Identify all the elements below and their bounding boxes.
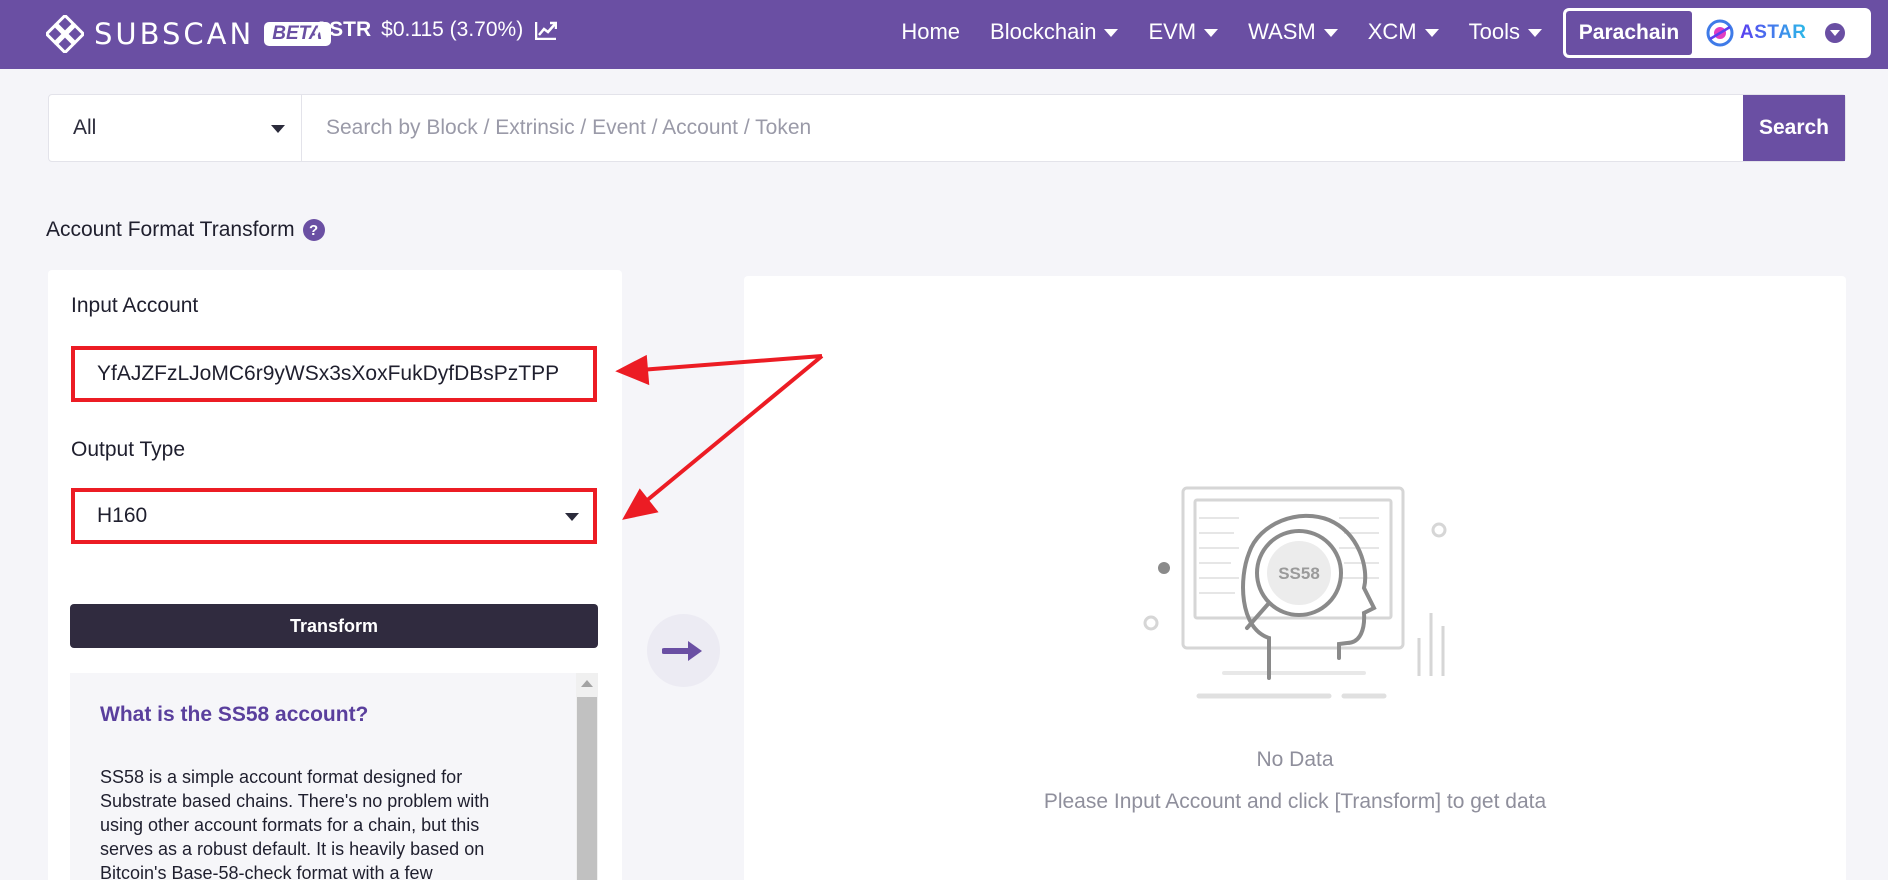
- parachain-button[interactable]: Parachain: [1566, 11, 1692, 55]
- transform-arrow: [647, 614, 720, 687]
- nav-home[interactable]: Home: [901, 19, 960, 45]
- output-type-select[interactable]: H160: [71, 488, 597, 544]
- output-type-value: H160: [97, 504, 148, 527]
- search-input[interactable]: [302, 95, 1743, 161]
- transform-button[interactable]: Transform: [70, 604, 598, 648]
- chevron-down-icon: [1323, 29, 1338, 37]
- chevron-down-icon: [271, 125, 285, 133]
- nav-xcm[interactable]: XCM: [1368, 19, 1439, 45]
- nav-xcm-label: XCM: [1367, 19, 1417, 44]
- search-bar: All Search: [48, 94, 1846, 162]
- arrow-right-icon: [661, 640, 702, 661]
- astar-logo-icon: [1706, 19, 1734, 47]
- logo-icon: [46, 15, 84, 53]
- ss58-info-panel: What is the SS58 account? SS58 is a simp…: [70, 673, 598, 880]
- chevron-down-icon: [565, 513, 579, 521]
- result-panel: SS58 No Data Please Input Account and cl…: [744, 276, 1846, 880]
- nav-wasm-label: WASM: [1248, 19, 1316, 44]
- no-data-title: No Data: [1256, 748, 1334, 771]
- nav-tools-label: Tools: [1468, 19, 1520, 44]
- page-title: Account Format Transform ?: [46, 218, 325, 242]
- info-scrollbar[interactable]: [576, 673, 598, 880]
- info-title: What is the SS58 account?: [100, 703, 369, 726]
- nav-wasm[interactable]: WASM: [1248, 19, 1338, 45]
- chevron-down-icon: [1528, 29, 1542, 37]
- network-selector[interactable]: ASTAR: [1692, 11, 1868, 55]
- chevron-down-icon: [1204, 29, 1219, 37]
- illustration-label: SS58: [1278, 564, 1320, 583]
- logo-text: SUBSCAN: [94, 17, 255, 51]
- chevron-down-icon: [1104, 29, 1119, 37]
- subscan-logo[interactable]: SUBSCAN BETA: [46, 14, 331, 54]
- page-title-text: Account Format Transform: [46, 218, 295, 241]
- search-filter-value: All: [73, 116, 97, 139]
- trend-chart-icon[interactable]: [535, 20, 558, 40]
- main-nav: Home Blockchain EVM WASM XCM Tools: [871, 19, 1542, 45]
- chevron-down-icon: [1824, 23, 1845, 43]
- transform-form-card: Input Account YfAJZFzLJoMC6r9yWSx3sXoxFu…: [48, 270, 622, 880]
- nav-blockchain-label: Blockchain: [990, 19, 1097, 44]
- nav-home-label: Home: [901, 19, 961, 44]
- search-button[interactable]: Search: [1743, 95, 1845, 161]
- nav-evm[interactable]: EVM: [1148, 19, 1219, 45]
- network-name: ASTAR: [1740, 22, 1807, 43]
- output-type-label: Output Type: [71, 438, 186, 461]
- scroll-up-icon[interactable]: [581, 680, 593, 687]
- network-switcher: Parachain ASTAR: [1563, 8, 1871, 58]
- token-price: ASTR $0.115 (3.70%): [314, 18, 558, 42]
- nav-blockchain[interactable]: Blockchain: [990, 19, 1119, 45]
- token-price-value: $0.115 (3.70%): [381, 18, 524, 41]
- input-account-label: Input Account: [71, 294, 199, 317]
- help-icon[interactable]: ?: [302, 219, 325, 241]
- no-data-hint: Please Input Account and click [Transfor…: [1043, 790, 1547, 813]
- search-filter-select[interactable]: All: [49, 95, 302, 161]
- nav-tools[interactable]: Tools: [1469, 19, 1542, 45]
- top-navbar: SUBSCAN BETA ASTR $0.115 (3.70%) Home Bl…: [0, 0, 1888, 69]
- search-illustration-icon: SS58: [1143, 486, 1447, 699]
- info-text: SS58 is a simple account format designed…: [100, 767, 490, 880]
- chevron-down-icon: [1424, 29, 1439, 37]
- token-symbol: ASTR: [314, 18, 372, 41]
- input-account-field[interactable]: YfAJZFzLJoMC6r9yWSx3sXoxFukDyfDBsPzTPP: [71, 346, 597, 402]
- scroll-thumb[interactable]: [577, 697, 597, 880]
- nav-evm-label: EVM: [1148, 19, 1197, 44]
